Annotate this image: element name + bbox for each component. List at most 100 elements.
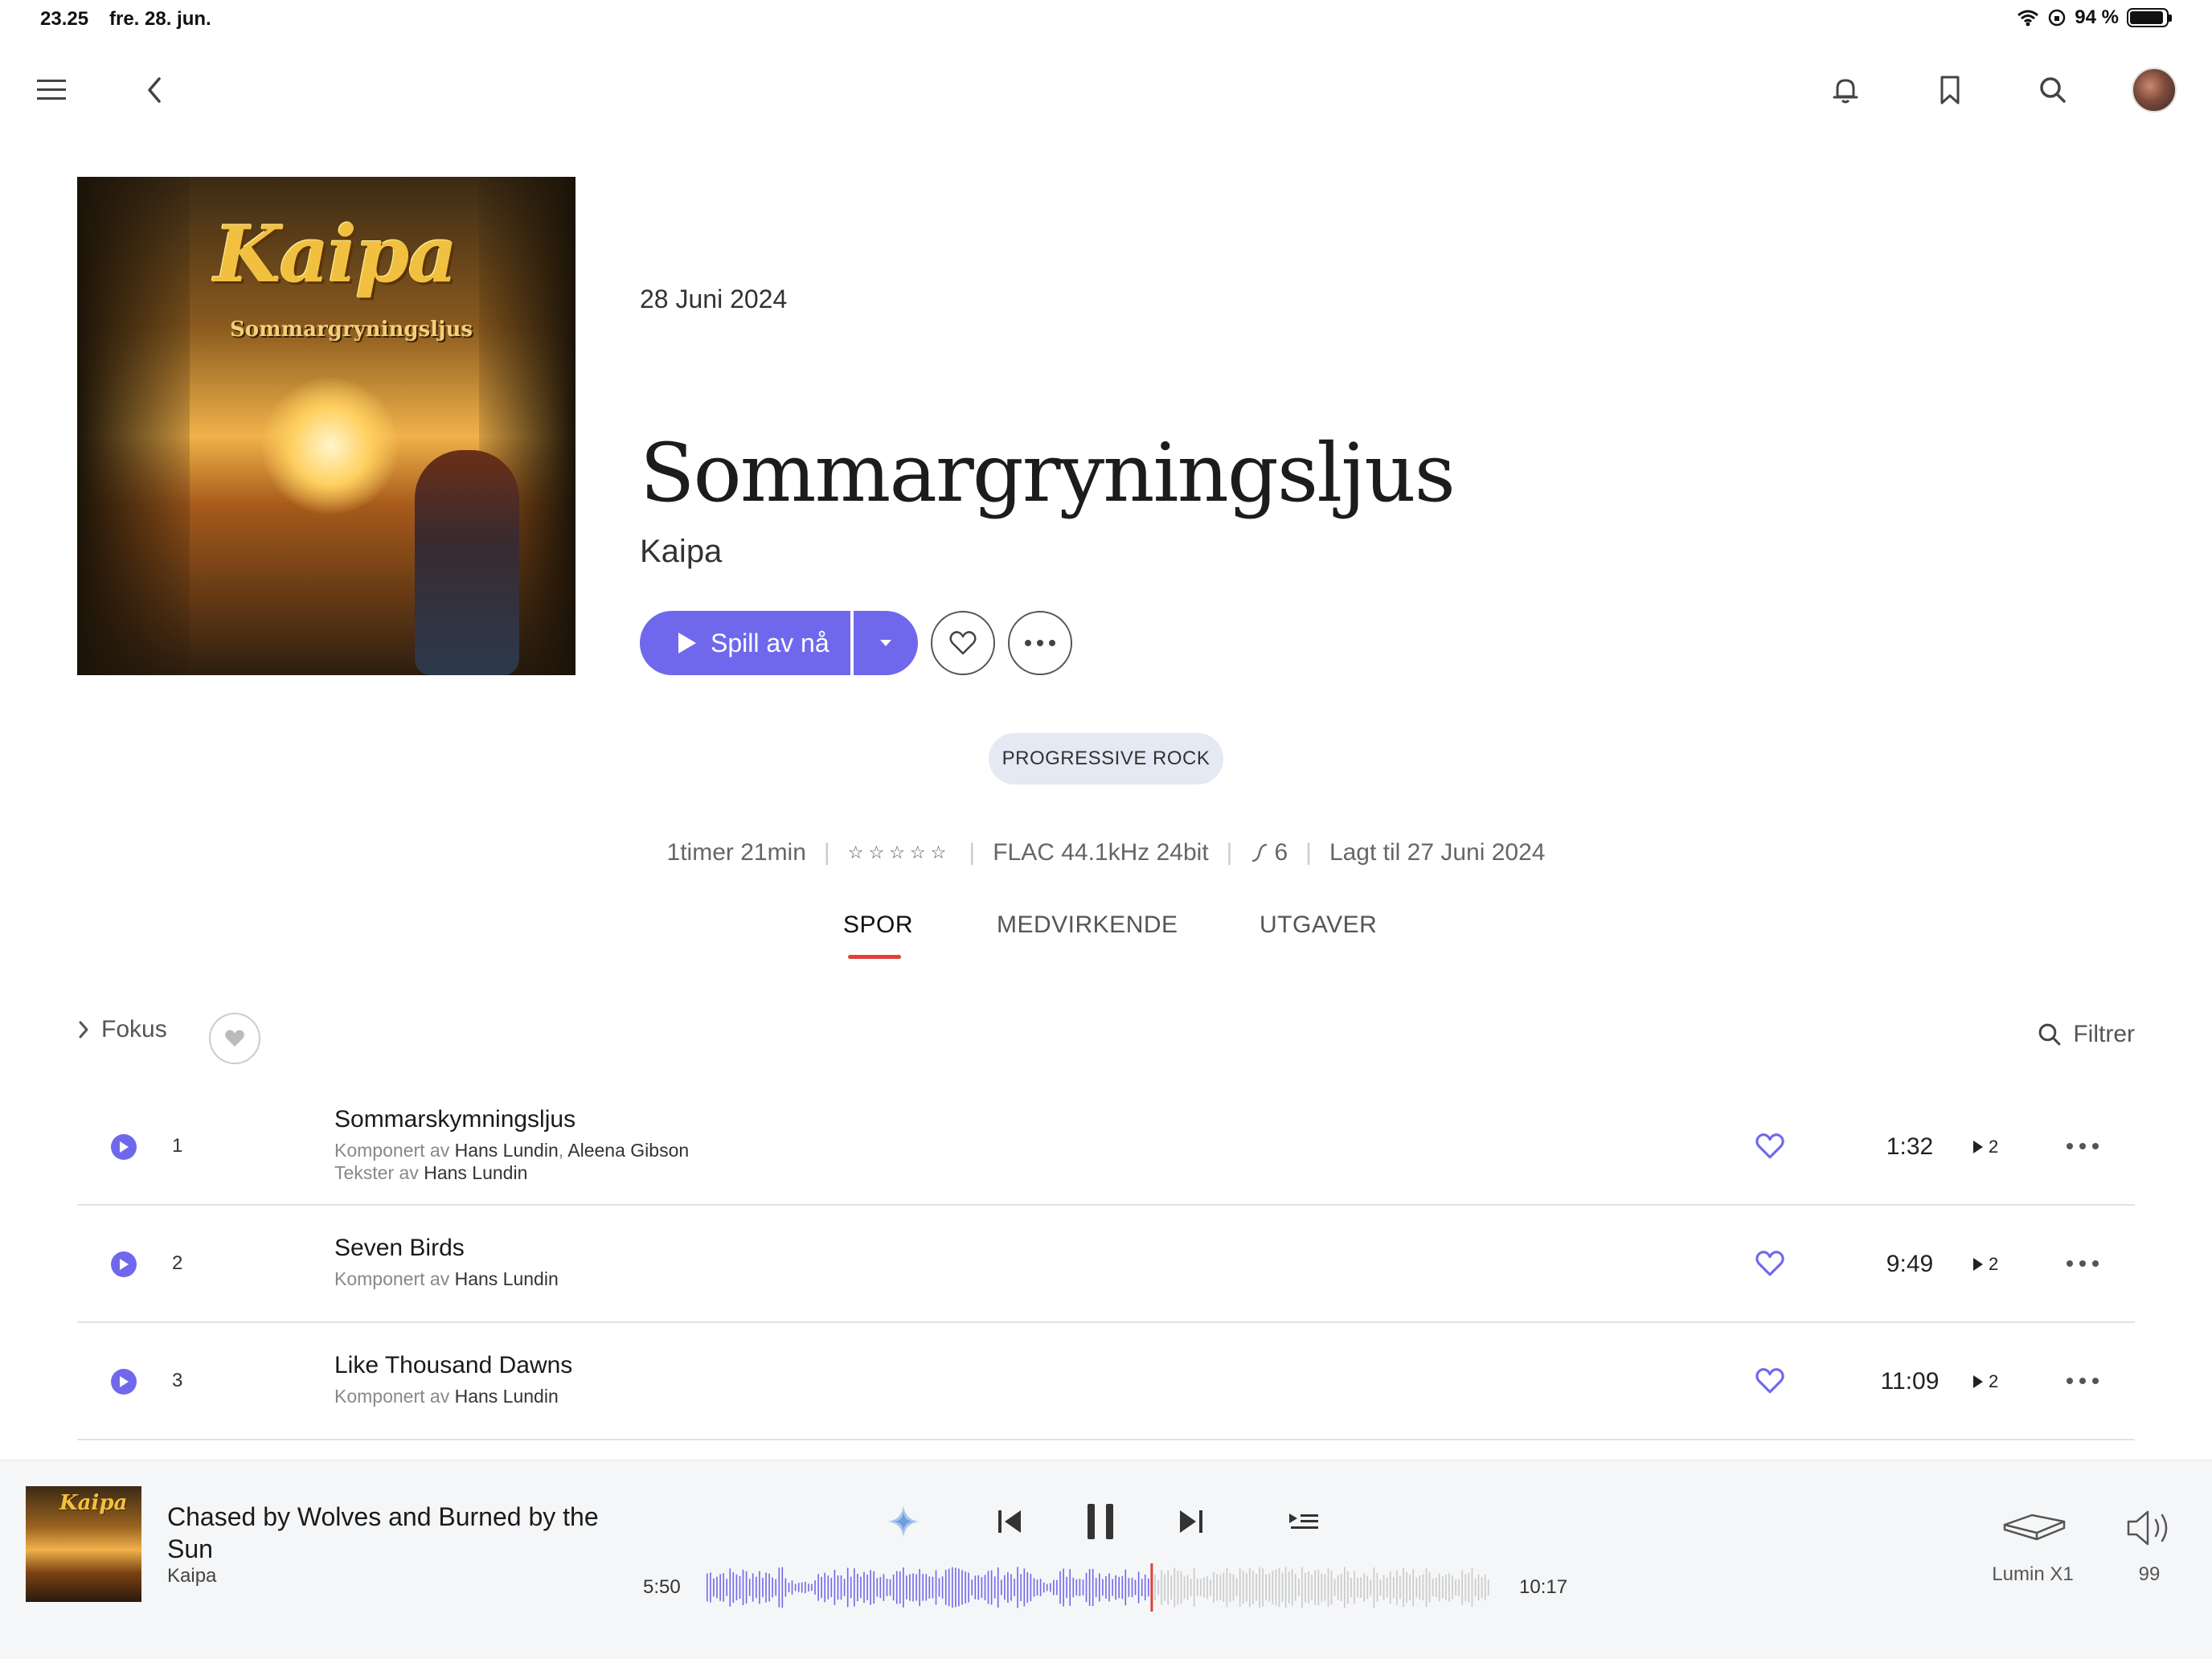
track-row[interactable]: 2 Seven Birds Komponert av Hans Lundin 9… <box>77 1206 2135 1323</box>
battery-icon <box>2127 8 2172 27</box>
track-favorite-button[interactable] <box>1751 1362 1789 1400</box>
filter-label: Filtrer <box>2073 1021 2135 1047</box>
bell-icon <box>1833 79 1858 104</box>
wifi-icon <box>2017 10 2039 27</box>
focus-toggle[interactable]: Fokus <box>77 1016 167 1043</box>
previous-track-button[interactable] <box>985 1497 1034 1546</box>
more-dots-icon <box>2067 1143 2099 1149</box>
track-more-button[interactable] <box>2062 1365 2103 1397</box>
audio-format: FLAC 44.1kHz 24bit <box>993 839 1209 866</box>
playhead <box>1150 1563 1153 1612</box>
track-duration: 9:49 <box>1886 1251 1934 1277</box>
speaker-icon <box>2127 1510 2168 1546</box>
track-row[interactable]: 1 Sommarskymningsljus Komponert av Hans … <box>77 1088 2135 1206</box>
play-icon <box>120 1376 129 1387</box>
track-favorite-button[interactable] <box>1751 1127 1789 1165</box>
rating-stars[interactable]: ☆☆☆☆☆ <box>848 842 952 863</box>
bookmarks-button[interactable] <box>1924 64 1976 116</box>
track-play-button[interactable] <box>111 1134 137 1160</box>
smart-radio-button[interactable] <box>879 1497 928 1546</box>
elapsed-time: 5:50 <box>643 1576 681 1598</box>
album-duration: 1timer 21min <box>666 839 806 866</box>
user-avatar[interactable] <box>2132 68 2177 113</box>
track-more-button[interactable] <box>2062 1247 2103 1280</box>
notifications-button[interactable] <box>1820 64 1871 116</box>
filter-button[interactable]: Filtrer <box>2036 1021 2135 1048</box>
added-date: Lagt til 27 Juni 2024 <box>1329 839 1546 866</box>
caret-down-icon <box>880 640 891 646</box>
play-icon <box>1973 1258 1983 1271</box>
track-composers: Komponert av Hans Lundin, Aleena Gibson <box>334 1140 690 1161</box>
next-track-button[interactable] <box>1167 1497 1215 1546</box>
search-button[interactable] <box>2027 64 2079 116</box>
heart-outline-icon <box>1755 1133 1784 1159</box>
track-play-button[interactable] <box>111 1369 137 1395</box>
track-more-button[interactable] <box>2062 1130 2103 1162</box>
star-icon[interactable]: ☆ <box>889 842 910 862</box>
status-date: fre. 28. jun. <box>109 8 211 30</box>
tab-tracks[interactable]: SPOR <box>843 911 913 939</box>
now-playing-cover[interactable]: Kaipa <box>26 1486 141 1602</box>
battery-percent: 94 % <box>2075 6 2119 28</box>
waveform-seekbar[interactable] <box>706 1563 1490 1612</box>
favorites-filter-button[interactable] <box>209 1013 260 1064</box>
track-favorite-button[interactable] <box>1751 1244 1789 1283</box>
album-more-button[interactable] <box>1008 611 1072 675</box>
more-dots-icon <box>2067 1260 2099 1267</box>
play-count-value: 6 <box>1274 839 1288 866</box>
search-icon <box>2040 77 2066 103</box>
output-device-button[interactable] <box>1993 1509 2074 1550</box>
track-list: 1 Sommarskymningsljus Komponert av Hans … <box>77 1088 2135 1440</box>
play-icon <box>1973 1375 1983 1388</box>
output-device-name: Lumin X1 <box>1992 1563 2074 1585</box>
track-title[interactable]: Seven Birds <box>334 1235 465 1262</box>
queue-list-icon <box>1289 1514 1318 1529</box>
composer-link[interactable]: Hans Lundin <box>455 1386 559 1407</box>
heart-outline-icon <box>949 631 977 655</box>
star-icon[interactable]: ☆ <box>868 842 889 862</box>
play-count-icon <box>1252 843 1268 862</box>
album-meta: 1timer 21min | ☆☆☆☆☆ | FLAC 44.1kHz 24bi… <box>666 839 1546 866</box>
bookmark-icon <box>1940 76 1960 104</box>
track-play-button[interactable] <box>111 1251 137 1277</box>
active-tab-indicator <box>848 955 901 959</box>
track-row[interactable]: 3 Like Thousand Dawns Komponert av Hans … <box>77 1323 2135 1440</box>
favorite-album-button[interactable] <box>931 611 995 675</box>
queue-button[interactable] <box>1280 1497 1328 1546</box>
composer-link[interactable]: Hans Lundin <box>455 1268 559 1289</box>
back-button[interactable] <box>129 64 180 116</box>
heart-filled-icon <box>225 1030 244 1047</box>
volume-button[interactable] <box>2124 1502 2175 1554</box>
composer-link[interactable]: Hans Lundin <box>455 1140 559 1161</box>
pause-button[interactable] <box>1076 1497 1124 1546</box>
tab-editions[interactable]: UTGAVER <box>1260 911 1377 939</box>
hamburger-icon <box>37 80 66 100</box>
star-icon[interactable]: ☆ <box>848 842 869 862</box>
play-now-label: Spill av nå <box>711 628 830 657</box>
now-playing-title[interactable]: Chased by Wolves and Burned by the Sun <box>167 1501 617 1565</box>
composer-link[interactable]: Aleena Gibson <box>567 1140 689 1161</box>
menu-button[interactable] <box>26 64 77 116</box>
play-now-button[interactable]: Spill av nå <box>640 611 850 675</box>
lyricist-link[interactable]: Hans Lundin <box>424 1162 527 1183</box>
star-icon[interactable]: ☆ <box>910 842 931 862</box>
volume-level: 99 <box>2138 1563 2161 1585</box>
track-title[interactable]: Like Thousand Dawns <box>334 1352 572 1379</box>
play-options-dropdown[interactable] <box>854 611 918 675</box>
track-title[interactable]: Sommarskymningsljus <box>334 1106 576 1133</box>
status-bar: 23.25 fre. 28. jun. 94 % <box>0 0 2212 39</box>
streamer-device-icon <box>2003 1514 2066 1541</box>
skip-forward-icon <box>1180 1510 1202 1533</box>
cover-subtitle: Sommargryningsljus <box>230 317 473 342</box>
album-title: Sommargryningsljus <box>640 426 1456 520</box>
album-artist[interactable]: Kaipa <box>640 534 722 570</box>
more-dots-icon <box>1025 640 1055 646</box>
cover-figure <box>415 450 519 675</box>
now-playing-artist[interactable]: Kaipa <box>167 1565 216 1587</box>
tab-credits[interactable]: MEDVIRKENDE <box>997 911 1178 939</box>
track-number: 3 <box>172 1370 183 1391</box>
star-icon[interactable]: ☆ <box>931 842 952 862</box>
genre-tag[interactable]: PROGRESSIVE ROCK <box>989 733 1223 784</box>
play-icon <box>120 1259 129 1270</box>
skip-back-icon <box>998 1510 1021 1533</box>
